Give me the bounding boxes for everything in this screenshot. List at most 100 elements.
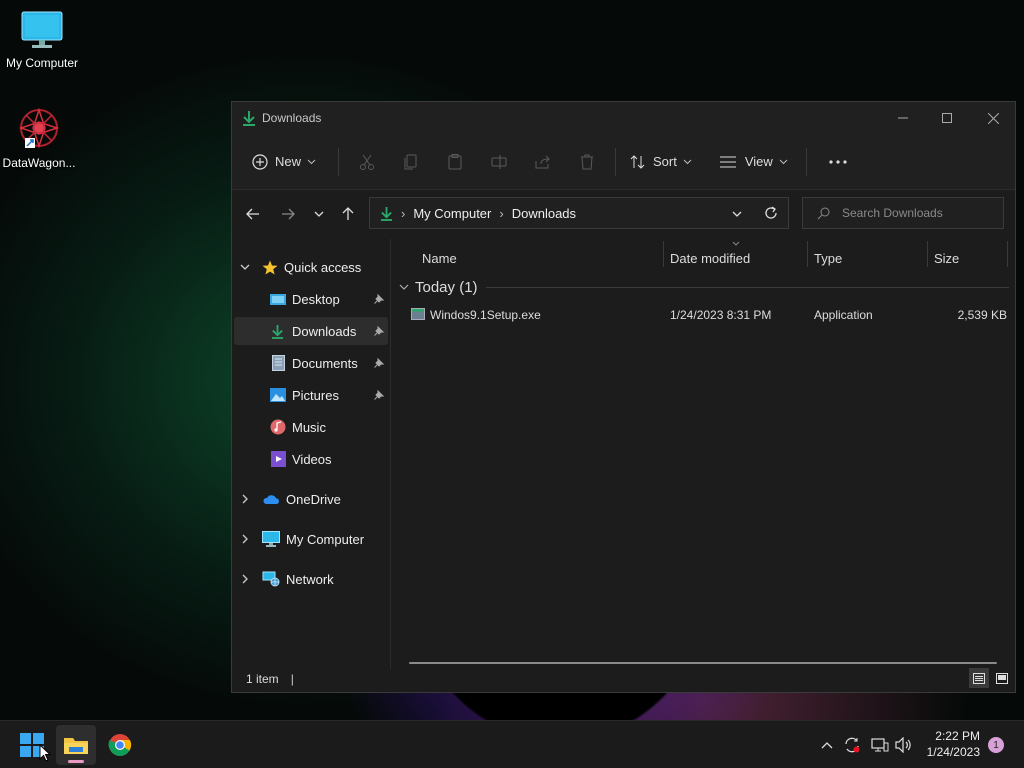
chevron-right-icon — [242, 494, 248, 504]
picture-icon — [270, 388, 286, 402]
file-date: 1/24/2023 8:31 PM — [670, 308, 772, 322]
taskbar-chrome[interactable] — [100, 725, 140, 765]
tiles-view-button[interactable] — [992, 668, 1012, 688]
computer-icon — [262, 531, 280, 547]
navigation-bar: › My Computer › Downloads Search Downloa… — [232, 190, 1015, 238]
navigation-pane: Quick access Desktop Downloads Documents… — [232, 239, 391, 669]
clock[interactable]: 2:22 PM 1/24/2023 — [920, 728, 980, 760]
breadcrumb-downloads[interactable]: Downloads — [512, 206, 576, 221]
refresh-icon[interactable] — [764, 206, 778, 220]
clipboard-icon — [448, 153, 462, 169]
video-icon — [271, 451, 286, 467]
clock-time: 2:22 PM — [935, 729, 980, 743]
search-box[interactable]: Search Downloads — [802, 197, 1004, 229]
delete-button[interactable] — [565, 146, 609, 178]
tiles-view-icon — [996, 672, 1008, 684]
column-header-type[interactable]: Type — [814, 245, 842, 271]
group-divider — [485, 286, 1009, 288]
sidebar-item-documents[interactable]: Documents — [234, 349, 388, 377]
sidebar-item-music[interactable]: Music — [234, 413, 388, 441]
details-view-button[interactable] — [969, 668, 989, 688]
forward-button[interactable] — [273, 199, 303, 229]
sidebar-item-videos[interactable]: Videos — [234, 445, 388, 473]
folder-icon — [64, 738, 88, 754]
sort-button[interactable]: Sort — [622, 146, 700, 178]
maximize-button[interactable] — [924, 102, 970, 134]
status-separator: | — [290, 672, 294, 686]
taskbar-file-explorer[interactable] — [56, 725, 96, 765]
sidebar-item-desktop[interactable]: Desktop — [234, 285, 388, 313]
computer-icon — [21, 11, 63, 48]
star-icon — [262, 260, 278, 274]
share-icon — [535, 155, 550, 168]
group-header-today[interactable]: Today (1) — [399, 277, 1009, 297]
minimize-button[interactable] — [880, 102, 926, 134]
close-button[interactable] — [970, 102, 1016, 134]
chevron-right-icon: › — [401, 205, 406, 221]
pin-icon[interactable] — [374, 390, 384, 400]
sidebar-item-label: Music — [292, 419, 326, 435]
column-divider[interactable] — [927, 241, 928, 267]
column-divider[interactable] — [663, 241, 664, 267]
plus-circle-icon — [252, 153, 268, 170]
desktop-icon-datawagon[interactable]: DataWagon... — [0, 106, 81, 170]
arrow-right-icon — [282, 208, 295, 220]
copy-icon — [404, 154, 417, 169]
close-icon — [987, 112, 999, 124]
view-button[interactable]: View — [712, 146, 796, 178]
arrow-left-icon — [246, 208, 259, 220]
chevron-down-icon[interactable] — [732, 211, 742, 217]
rename-button[interactable] — [477, 146, 521, 178]
maximize-icon — [942, 113, 952, 123]
column-header-size[interactable]: Size — [934, 245, 959, 271]
toolbar-divider — [615, 147, 617, 176]
new-button[interactable]: New — [244, 146, 324, 178]
copy-button[interactable] — [389, 146, 433, 178]
column-divider[interactable] — [807, 241, 808, 267]
file-name: Windos9.1Setup.exe — [430, 308, 541, 322]
paste-button[interactable] — [433, 146, 477, 178]
sidebar-quick-access[interactable]: Quick access — [240, 253, 361, 281]
title-bar[interactable]: Downloads — [232, 102, 1015, 134]
item-count: 1 item — [246, 672, 279, 686]
column-header-date-modified[interactable]: Date modified — [670, 245, 750, 271]
chevron-up-icon[interactable] — [821, 741, 833, 749]
more-options-button[interactable] — [821, 146, 855, 178]
horizontal-scrollbar[interactable] — [409, 662, 997, 664]
up-button[interactable] — [333, 199, 363, 229]
download-icon — [380, 206, 393, 221]
chrome-icon — [108, 734, 132, 756]
sidebar-item-onedrive[interactable]: OneDrive — [240, 485, 341, 513]
column-header-name[interactable]: Name — [422, 245, 457, 271]
chevron-right-icon: › — [499, 205, 504, 221]
volume-icon[interactable] — [895, 737, 913, 753]
cut-button[interactable] — [345, 146, 389, 178]
sidebar-item-label: Network — [286, 571, 334, 587]
notification-badge[interactable]: 1 — [988, 737, 1004, 753]
rename-icon — [491, 154, 507, 169]
desktop-icon-my-computer[interactable]: My Computer — [0, 10, 84, 70]
sidebar-item-label: Downloads — [292, 323, 357, 339]
file-type: Application — [814, 308, 873, 322]
sidebar-item-label: Documents — [292, 355, 358, 371]
breadcrumb-my-computer[interactable]: My Computer — [413, 206, 491, 221]
table-row[interactable]: Windos9.1Setup.exe 1/24/2023 8:31 PM App… — [395, 303, 1007, 327]
share-button[interactable] — [521, 146, 565, 178]
pin-icon[interactable] — [374, 294, 384, 304]
mouse-cursor-icon — [39, 744, 51, 762]
back-button[interactable] — [238, 199, 268, 229]
recent-locations-button[interactable] — [304, 199, 334, 229]
column-divider[interactable] — [1007, 241, 1008, 267]
chevron-right-icon — [242, 534, 248, 544]
sidebar-item-pictures[interactable]: Pictures — [234, 381, 388, 409]
network-status-icon[interactable] — [871, 737, 889, 753]
pin-icon[interactable] — [374, 326, 384, 336]
command-bar: New Sort View — [232, 134, 1015, 190]
sidebar-item-downloads[interactable]: Downloads — [234, 317, 388, 345]
sidebar-item-network[interactable]: Network — [240, 565, 334, 593]
sidebar-item-my-computer[interactable]: My Computer — [240, 525, 364, 553]
pin-icon[interactable] — [374, 358, 384, 368]
address-bar[interactable]: › My Computer › Downloads — [369, 197, 789, 229]
trash-icon — [581, 154, 594, 169]
sync-icon[interactable] — [843, 736, 861, 754]
